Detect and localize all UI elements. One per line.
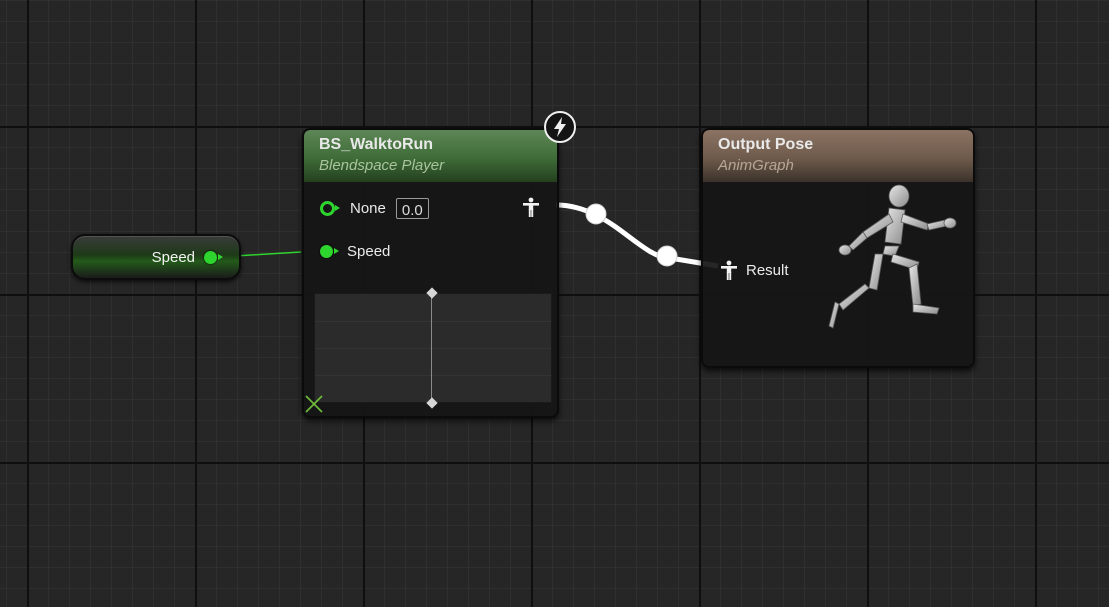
- speed-input-row: Speed: [320, 243, 390, 260]
- blendspace-preview[interactable]: [314, 293, 552, 403]
- wire-reroute-knot: [656, 245, 678, 267]
- speed-variable-label: Speed: [151, 249, 195, 266]
- speed-variable-node[interactable]: Speed: [71, 234, 241, 280]
- person-pose-icon[interactable]: [720, 260, 738, 280]
- none-input-pin[interactable]: [320, 201, 340, 216]
- person-pose-icon[interactable]: [522, 197, 540, 221]
- blendspace-player-node[interactable]: BS_WalktoRun Blendspace Player None 0.0 …: [302, 128, 559, 418]
- result-input-row: Result: [720, 260, 789, 280]
- running-mannequin-icon: [828, 184, 957, 329]
- none-input-row: None 0.0: [320, 198, 429, 219]
- speed-output-pin[interactable]: [204, 251, 223, 264]
- preview-gridline: [315, 348, 551, 349]
- close-x-icon: [305, 395, 323, 413]
- none-input-label: None: [350, 200, 386, 217]
- wire-reroute-knot: [585, 203, 607, 225]
- result-input-label: Result: [746, 261, 789, 279]
- preview-gridline: [315, 375, 551, 376]
- speed-input-pin[interactable]: [320, 245, 339, 258]
- node-title: Output Pose: [718, 136, 814, 153]
- pose-wire: [555, 202, 719, 269]
- node-subtitle: AnimGraph: [718, 157, 794, 174]
- node-subtitle: Blendspace Player: [319, 157, 445, 174]
- output-pose-node[interactable]: Output Pose AnimGraph Result: [701, 128, 975, 368]
- blendspace-axis-line: [431, 293, 432, 403]
- speed-input-label: Speed: [347, 243, 391, 260]
- node-title: BS_WalktoRun: [319, 136, 434, 153]
- none-value-field[interactable]: 0.0: [395, 198, 429, 219]
- preview-gridline: [315, 321, 551, 322]
- node-header[interactable]: BS_WalktoRun Blendspace Player: [304, 130, 557, 182]
- anim-graph-canvas[interactable]: Speed BS_WalktoRun Blendspace Player Non…: [0, 0, 1109, 607]
- lightning-bolt-icon: [544, 111, 576, 143]
- node-header[interactable]: Output Pose AnimGraph: [703, 130, 973, 182]
